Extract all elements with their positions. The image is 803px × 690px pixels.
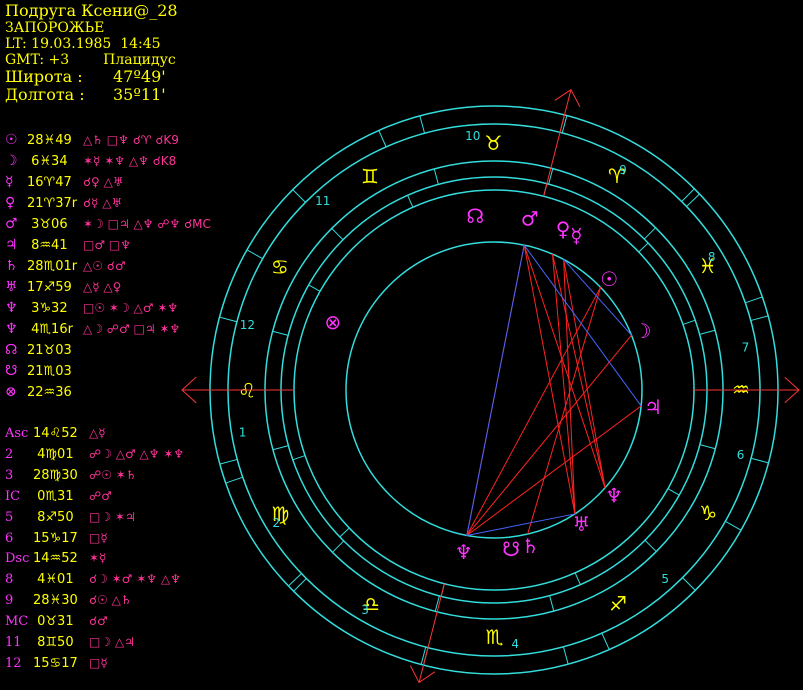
- wheel-ring: [264, 160, 724, 620]
- sign-boundary: [433, 168, 439, 185]
- aspect-line: [466, 287, 602, 536]
- sign-boundary: [548, 168, 554, 185]
- sign-boundary: [434, 595, 440, 612]
- planet-icon: ⊗: [324, 310, 341, 334]
- aspect-line: [563, 259, 632, 336]
- planet-icon: ☉: [600, 267, 618, 291]
- zodiac-sign-icon: ♋: [271, 255, 289, 279]
- house-cusp: [288, 573, 302, 587]
- house-cusp: [407, 195, 414, 208]
- house-cusp: [574, 572, 581, 585]
- house-cusp: [246, 249, 263, 260]
- aspect-line: [466, 405, 642, 536]
- planet-icon: ♅: [572, 512, 590, 536]
- planet-icon: ☿: [570, 224, 582, 248]
- wheel-ring: [227, 123, 761, 657]
- sign-boundary: [420, 646, 427, 665]
- house-number: 2: [272, 516, 280, 530]
- house-number: 8: [708, 250, 716, 264]
- sign-boundary: [699, 329, 716, 335]
- aspect-line: [523, 244, 642, 407]
- house-number: 10: [465, 129, 480, 143]
- zodiac-sign-icon: ♏: [486, 625, 504, 649]
- zodiac-sign-icon: ♌: [238, 379, 256, 403]
- house-cusp: [225, 476, 243, 484]
- house-number: 7: [742, 341, 750, 355]
- sign-boundary: [292, 189, 306, 203]
- planet-icon: ☽: [634, 319, 652, 343]
- sign-boundary: [219, 316, 238, 323]
- house-number: 12: [240, 318, 255, 332]
- house-number: 1: [239, 425, 247, 439]
- wheel-ring: [345, 241, 643, 539]
- midheaven-arrow: [543, 89, 572, 197]
- sign-boundary: [699, 444, 716, 450]
- sign-boundary: [293, 578, 307, 592]
- planet-icon: ♃: [644, 395, 662, 419]
- sign-boundary: [332, 540, 345, 553]
- house-cusp: [667, 488, 680, 496]
- natal-chart-wheel: ♈♉♊♋♌♍♎♏♐♑♒♓123456789101112☉☽☿♀♂♃♄♅♆♆☊☋⊗: [181, 88, 800, 684]
- zodiac-sign-icon: ♉: [484, 131, 502, 155]
- wheel-ring: [209, 105, 779, 675]
- house-number: 11: [315, 194, 330, 208]
- aspect-line: [527, 287, 602, 535]
- house-cusp: [339, 527, 350, 538]
- planet-icon: ☊: [466, 204, 484, 228]
- aspect-line: [563, 259, 576, 514]
- house-number: 3: [361, 603, 369, 617]
- sign-boundary: [681, 188, 695, 202]
- planet-icon: ♂: [521, 207, 539, 231]
- house-cusp: [308, 284, 321, 292]
- sign-boundary: [682, 577, 696, 591]
- planet-icon: ♀: [556, 217, 571, 241]
- planet-icon: ♆: [455, 540, 473, 564]
- planet-icon: ♄: [521, 534, 539, 558]
- sign-boundary: [272, 445, 289, 451]
- wheel-ring: [280, 176, 708, 604]
- sign-boundary: [219, 458, 238, 465]
- house-cusp: [292, 455, 306, 461]
- house-number: 4: [511, 637, 519, 651]
- sign-boundary: [750, 457, 769, 464]
- house-cusp: [725, 520, 742, 531]
- aspect-line: [466, 245, 525, 536]
- sign-boundary: [561, 115, 568, 134]
- sign-boundary: [549, 595, 555, 612]
- house-cusp: [638, 242, 649, 253]
- house-cusp: [745, 296, 763, 304]
- sign-boundary: [419, 115, 426, 134]
- house-cusp: [686, 193, 700, 207]
- sign-boundary: [644, 539, 657, 552]
- zodiac-sign-icon: ♒: [732, 377, 750, 401]
- house-number: 5: [661, 572, 669, 586]
- zodiac-sign-icon: ♑: [699, 501, 717, 525]
- aspect-line: [466, 513, 575, 536]
- house-number: 9: [619, 163, 627, 177]
- zodiac-sign-icon: ♊: [361, 164, 379, 188]
- house-cusp: [601, 632, 610, 650]
- zodiac-sign-icon: ♐: [609, 592, 627, 616]
- sign-boundary: [750, 315, 769, 322]
- sign-boundary: [643, 227, 656, 240]
- house-number: 6: [737, 448, 745, 462]
- planet-icon: ☋: [502, 537, 520, 561]
- planet-icon: ♆: [605, 484, 623, 508]
- house-cusp: [682, 319, 696, 325]
- sign-boundary: [562, 646, 569, 665]
- house-cusp: [378, 130, 387, 148]
- sign-boundary: [272, 330, 289, 336]
- sign-boundary: [331, 228, 344, 241]
